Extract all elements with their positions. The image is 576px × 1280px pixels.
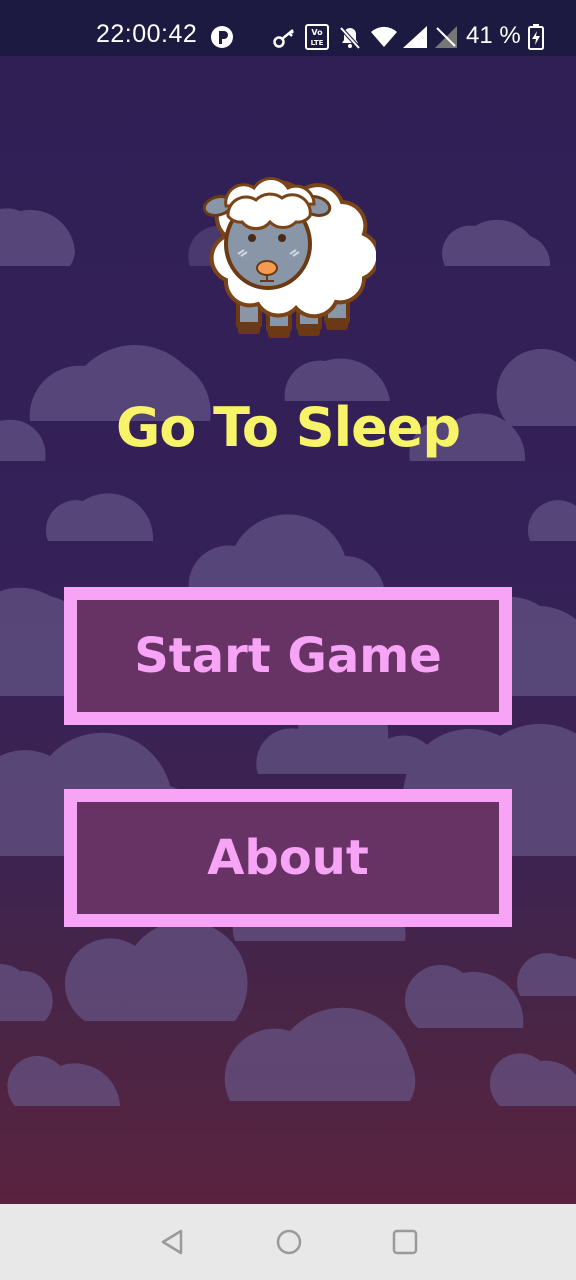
signal-icon [403, 26, 427, 48]
recents-icon[interactable] [392, 1228, 418, 1256]
game-title: Go To Sleep [115, 396, 461, 459]
status-time: 22:00:42 [96, 20, 198, 48]
start-game-label: Start Game [134, 628, 442, 684]
sheep-icon [202, 177, 376, 338]
app-notification-icon [211, 26, 233, 48]
navigation-bar [0, 1204, 576, 1280]
signal-icon-2 [435, 26, 457, 48]
about-label: About [207, 830, 369, 886]
status-bar: 22:00:42 Vo LTE 41 % [0, 0, 576, 56]
mute-icon [339, 26, 361, 50]
key-icon [273, 29, 294, 48]
battery-charging-icon [528, 24, 544, 50]
battery-percent: 41 % [466, 22, 521, 49]
home-icon[interactable] [275, 1228, 303, 1256]
svg-text:Vo: Vo [311, 28, 323, 37]
game-screen: Go To Sleep Start Game About [0, 56, 576, 1204]
start-game-button[interactable]: Start Game [64, 587, 512, 725]
svg-text:LTE: LTE [311, 39, 324, 47]
about-button[interactable]: About [64, 789, 512, 927]
back-icon[interactable] [159, 1228, 185, 1256]
volte-icon: Vo LTE [305, 24, 329, 50]
wifi-icon [371, 26, 397, 47]
